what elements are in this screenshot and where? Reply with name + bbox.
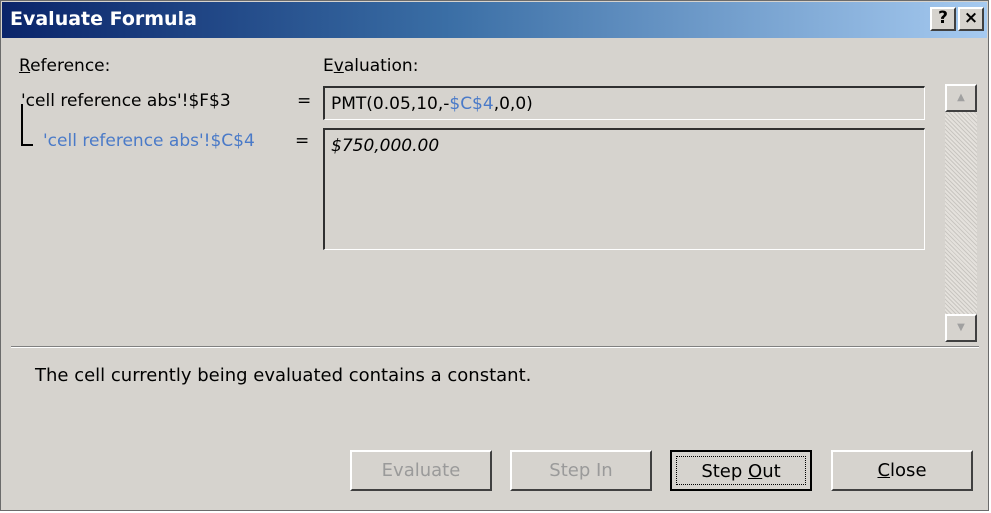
- close-icon: ×: [963, 8, 979, 28]
- formula-part-after: ,0,0): [493, 94, 533, 114]
- step-in-button[interactable]: Step In: [510, 450, 652, 491]
- close-window-button[interactable]: ×: [958, 7, 984, 31]
- close-label-rest: lose: [890, 460, 927, 481]
- evaluation-scrollbar[interactable]: ▲ ▼: [945, 84, 977, 342]
- step-out-accesskey: O: [748, 461, 763, 482]
- evaluation-sub-value: $750,000.00: [331, 136, 440, 156]
- evaluation-formula-field[interactable]: PMT(0.05,10,-$C$4,0,0): [323, 86, 925, 120]
- scroll-down-icon: ▼: [957, 322, 965, 333]
- formula-highlight: $C$4: [449, 94, 494, 114]
- reference-sub: 'cell reference abs'!$C$4: [43, 131, 255, 151]
- status-message: The cell currently being evaluated conta…: [35, 365, 532, 386]
- evaluation-label-rest: aluation:: [343, 56, 419, 76]
- window-title: Evaluate Formula: [10, 8, 197, 30]
- reference-main: 'cell reference abs'!$F$3: [21, 91, 231, 111]
- evaluation-label: Evaluation:: [323, 56, 418, 76]
- reference-tree-connector: [21, 104, 33, 146]
- step-out-label-before: Step: [701, 461, 749, 482]
- reference-sub-equals: =: [295, 131, 310, 151]
- evaluation-label-accesskey: v: [333, 56, 344, 76]
- help-icon: ?: [938, 8, 948, 28]
- reference-label-rest: eference:: [30, 56, 111, 76]
- close-accesskey: C: [877, 460, 891, 481]
- step-out-focus-ring: Step Out: [676, 456, 806, 485]
- help-button[interactable]: ?: [930, 7, 956, 31]
- title-bar[interactable]: Evaluate Formula ? ×: [2, 2, 987, 38]
- evaluation-label-prefix: E: [323, 56, 334, 76]
- step-out-button[interactable]: Step Out: [670, 450, 812, 491]
- evaluate-formula-dialog: Evaluate Formula ? × Reference: Evaluati…: [0, 0, 989, 511]
- scroll-up-icon: ▲: [957, 92, 965, 103]
- step-out-label-after: ut: [762, 461, 781, 482]
- reference-label: Reference:: [19, 56, 110, 76]
- scroll-down-button[interactable]: ▼: [945, 314, 977, 342]
- formula-part-before: PMT(0.05,10,-: [331, 94, 450, 114]
- evaluation-sub-value-field[interactable]: $750,000.00: [323, 128, 925, 250]
- evaluation-formula-text: PMT(0.05,10,-$C$4,0,0): [331, 94, 533, 114]
- evaluate-button[interactable]: Evaluate: [350, 450, 492, 491]
- reference-label-accesskey: R: [19, 56, 31, 76]
- close-button[interactable]: Close: [831, 450, 973, 491]
- reference-main-equals: =: [297, 91, 312, 111]
- separator: [11, 346, 979, 348]
- scroll-up-button[interactable]: ▲: [945, 84, 977, 112]
